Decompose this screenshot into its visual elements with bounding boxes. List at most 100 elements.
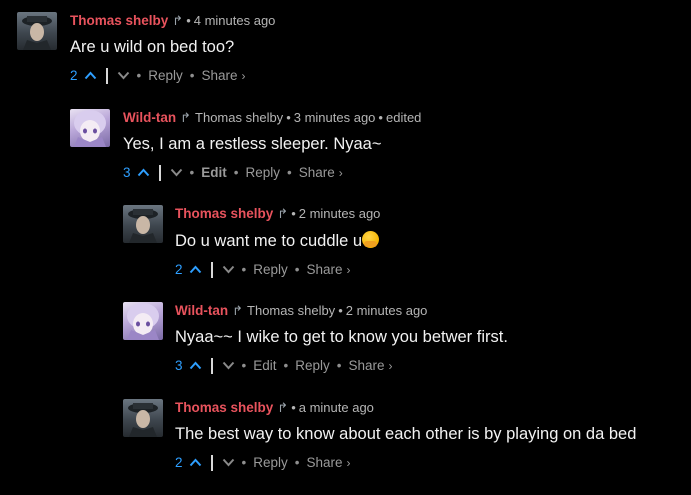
upvote-count: 2 [175,455,183,470]
chevron-right-icon: › [241,69,246,83]
author-name[interactable]: Wild-tan [123,110,176,125]
bullet: • [186,13,191,28]
share-link[interactable]: Share › [307,454,351,472]
downvote-icon[interactable] [170,164,183,182]
upvote-count: 2 [70,68,78,83]
peaky-avatar-image [22,16,52,50]
vote-divider [210,358,213,374]
bullet: • [287,165,292,180]
bullet: • [241,358,247,373]
comment-text: Nyaa~~ I wike to get to know you betwer … [175,328,508,346]
avatar[interactable] [123,399,163,437]
downvote-icon[interactable] [117,67,130,85]
downvote-icon[interactable] [222,261,235,279]
upvote-count: 3 [123,165,131,180]
share-link[interactable]: Share › [307,261,351,279]
upvote-count: 3 [175,358,183,373]
comment-text-content: Do u want me to cuddle u [175,232,363,250]
comment-actions: 2 • Reply • Share › [70,67,275,85]
bullet: • [136,68,142,83]
chevron-right-icon: › [346,456,351,470]
vote-divider [105,68,108,84]
hugging-face-emoji-icon [362,231,380,248]
bullet: • [241,262,247,277]
bullet: • [291,206,296,221]
comment: Thomas shelby ↱ • 4 minutes ago Are u wild … [0,12,691,108]
vote-divider [158,165,161,181]
comment: Thomas shelby ↱ • 2 minutes ago Do u want m… [0,205,691,301]
share-link[interactable]: Share › [202,67,246,85]
chevron-right-icon: › [346,263,351,277]
bullet: • [189,165,195,180]
downvote-icon[interactable] [222,454,235,472]
anime-avatar-image [127,303,159,340]
avatar[interactable] [70,109,110,147]
anime-avatar-image [74,110,106,147]
comment-actions: 3 • Edit • Reply • Share › [123,164,421,182]
share-label: Share [306,455,343,470]
author-name[interactable]: Thomas shelby [175,400,273,415]
comment-meta: Wild-tan ↱ Thomas shelby • 3 minutes ago • edi… [123,109,421,127]
upvote-icon[interactable] [137,164,150,182]
in-reply-to-link[interactable]: Thomas shelby [247,303,335,318]
upvote-icon[interactable] [84,67,97,85]
reply-link[interactable]: Reply [253,261,288,279]
timestamp[interactable]: a minute ago [299,400,374,415]
reply-link[interactable]: Reply [245,164,280,182]
upvote-icon[interactable] [189,261,202,279]
bullet: • [338,303,343,318]
share-link[interactable]: Share › [349,357,393,375]
avatar[interactable] [123,205,163,243]
reply-arrow-icon: ↱ [277,206,289,221]
bullet: • [294,455,300,470]
bullet: • [286,110,291,125]
reply-arrow-icon: ↱ [277,400,289,415]
reply-arrow-icon: ↱ [172,13,184,28]
edit-link[interactable]: Edit [201,164,227,182]
peaky-avatar-image [128,209,158,243]
author-name[interactable]: Wild-tan [175,303,228,318]
author-name[interactable]: Thomas shelby [70,13,168,28]
timestamp[interactable]: 2 minutes ago [299,206,381,221]
bullet: • [241,455,247,470]
bullet: • [291,400,296,415]
upvote-icon[interactable] [189,454,202,472]
vote-divider [210,455,213,471]
share-label: Share [348,358,385,373]
edit-link[interactable]: Edit [253,357,276,375]
avatar[interactable] [17,12,57,50]
comment-text: Do u want me to cuddle u [175,231,380,251]
comment-meta: Wild-tan ↱ Thomas shelby • 2 minutes ago [175,302,508,320]
reply-arrow-icon: ↱ [180,110,192,125]
timestamp[interactable]: 4 minutes ago [194,13,276,28]
reply-link[interactable]: Reply [253,454,288,472]
comment-text: The best way to know about each other is… [175,425,637,443]
bullet: • [378,110,383,125]
share-label: Share [306,262,343,277]
share-label: Share [201,68,238,83]
vote-divider [210,262,213,278]
comment-actions: 3 • Edit • Reply • Share › [175,357,508,375]
bullet: • [336,358,342,373]
timestamp[interactable]: 3 minutes ago [294,110,376,125]
comment-actions: 2 • Reply • Share › [175,261,380,279]
author-name[interactable]: Thomas shelby [175,206,273,221]
timestamp[interactable]: 2 minutes ago [346,303,428,318]
downvote-icon[interactable] [222,357,235,375]
reply-link[interactable]: Reply [148,67,183,85]
comment-actions: 2 • Reply • Share › [175,454,636,472]
comment-meta: Thomas shelby ↱ • a minute ago [175,399,636,417]
chevron-right-icon: › [338,166,343,180]
avatar[interactable] [123,302,163,340]
comment: Wild-tan ↱ Thomas shelby • 3 minutes ago • edi… [0,109,691,205]
bullet: • [189,68,195,83]
bullet: • [233,165,239,180]
share-link[interactable]: Share › [299,164,343,182]
upvote-count: 2 [175,262,183,277]
comment: Wild-tan ↱ Thomas shelby • 2 minutes ago Nya… [0,302,691,398]
upvote-icon[interactable] [189,357,202,375]
in-reply-to-link[interactable]: Thomas shelby [195,110,283,125]
share-label: Share [298,165,335,180]
bullet: • [283,358,289,373]
reply-link[interactable]: Reply [295,357,330,375]
